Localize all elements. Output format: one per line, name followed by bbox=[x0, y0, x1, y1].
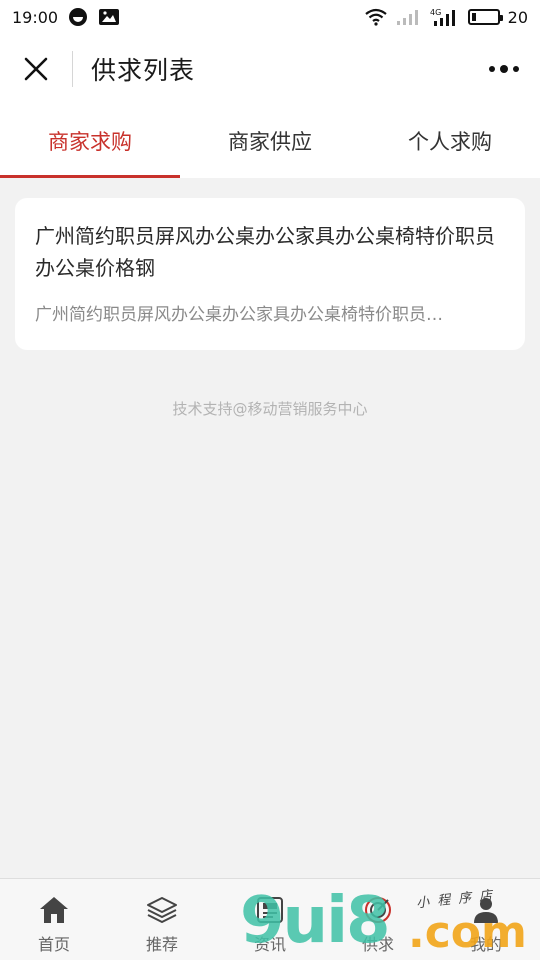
nav-news[interactable]: 资讯 bbox=[216, 879, 324, 960]
image-notification-icon bbox=[98, 7, 120, 27]
nav-recommend-label: 推荐 bbox=[145, 935, 178, 954]
title-bar: 供求列表 bbox=[0, 34, 540, 104]
nav-home-label: 首页 bbox=[37, 935, 70, 954]
signal-4g-icon: 4G bbox=[430, 7, 460, 27]
tab-personal-purchase[interactable]: 个人求购 bbox=[360, 104, 540, 178]
tech-support-note: 技术支持@移动营销服务中心 bbox=[172, 400, 368, 418]
more-button[interactable] bbox=[468, 34, 540, 104]
nav-mine[interactable]: 我的 bbox=[432, 879, 540, 960]
nav-mine-label: 我的 bbox=[469, 935, 502, 954]
nav-home[interactable]: 首页 bbox=[0, 879, 108, 960]
user-icon bbox=[470, 893, 502, 927]
bottom-nav: 首页 推荐 资讯 供求 我的 bbox=[0, 878, 540, 960]
list-item-title: 广州简约职员屏风办公桌办公家具办公桌椅特价职员办公桌价格钢 bbox=[35, 224, 495, 280]
tab-merchant-purchase[interactable]: 商家求购 bbox=[0, 104, 180, 178]
tab-merchant-supply[interactable]: 商家供应 bbox=[180, 104, 360, 178]
battery-fill bbox=[471, 13, 477, 21]
app-notification-icon bbox=[68, 7, 88, 27]
list-item-description: 广州简约职员屏风办公桌办公家具办公桌椅特价职员… bbox=[35, 305, 443, 325]
news-icon bbox=[254, 893, 286, 927]
battery-icon bbox=[467, 9, 503, 25]
status-time: 19:00 bbox=[12, 7, 59, 27]
page-title: 供求列表 bbox=[91, 56, 196, 85]
layers-icon bbox=[146, 893, 178, 927]
nav-news-label: 资讯 bbox=[253, 935, 286, 954]
signal-weak-icon bbox=[396, 8, 422, 26]
wifi-icon bbox=[364, 8, 388, 26]
battery-percent: 20 bbox=[507, 7, 528, 27]
nav-supply-demand-label: 供求 bbox=[361, 935, 394, 954]
nav-supply-demand[interactable]: 供求 bbox=[324, 879, 432, 960]
status-bar: 19:00 4G 20 bbox=[0, 0, 540, 34]
nav-recommend[interactable]: 推荐 bbox=[108, 879, 216, 960]
target-icon bbox=[362, 893, 394, 927]
list-item[interactable]: 广州简约职员屏风办公桌办公家具办公桌椅特价职员办公桌价格钢 广州简约职员屏风办公… bbox=[15, 198, 525, 350]
home-icon bbox=[38, 893, 70, 927]
close-button[interactable] bbox=[0, 34, 72, 104]
title-divider bbox=[72, 51, 73, 87]
more-dots-icon bbox=[489, 65, 519, 73]
svg-text:4G: 4G bbox=[430, 8, 441, 17]
tab-bar: 商家求购 商家供应 个人求购 bbox=[0, 104, 540, 178]
close-icon bbox=[24, 57, 48, 81]
